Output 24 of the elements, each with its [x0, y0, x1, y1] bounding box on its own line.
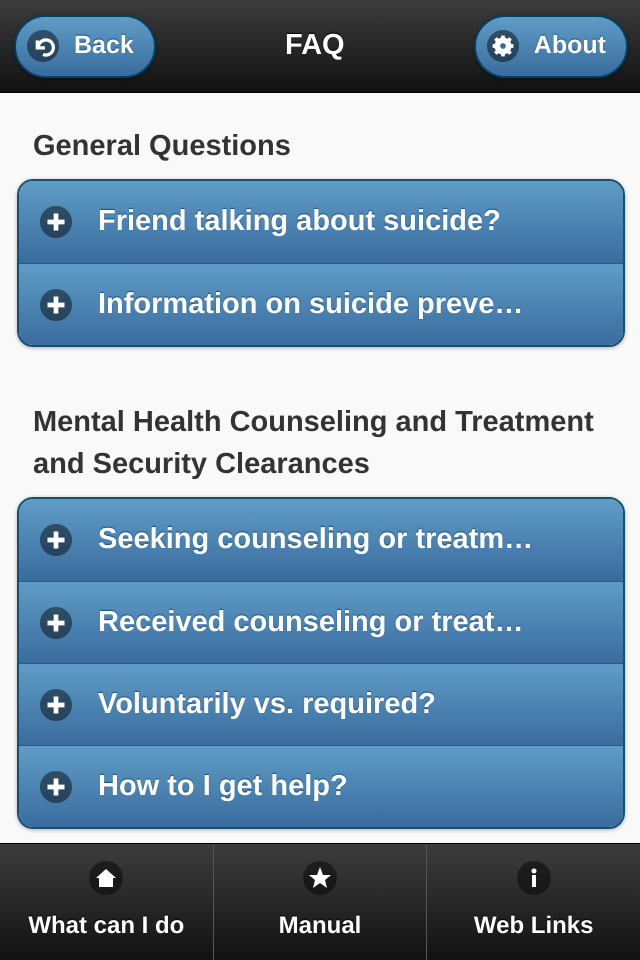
- expand-icon: [39, 523, 73, 557]
- faq-item[interactable]: Received counseling or treat…: [19, 581, 623, 663]
- back-button[interactable]: Back: [14, 14, 156, 78]
- expand-icon: [39, 606, 73, 640]
- expand-icon: [39, 205, 73, 239]
- section-heading: Mental Health Counseling and Treatment and Security Clearances: [33, 405, 595, 482]
- gear-icon: [486, 29, 520, 63]
- faq-item[interactable]: How to I get help?: [19, 745, 623, 827]
- tab-button[interactable]: Manual: [212, 844, 426, 960]
- back-icon: [26, 29, 60, 63]
- tab-button[interactable]: Web Links: [426, 844, 640, 960]
- home-icon: [88, 860, 124, 896]
- faq-item[interactable]: Information on suicide preve…: [19, 263, 623, 345]
- about-button[interactable]: About: [474, 14, 628, 78]
- page-title: FAQ: [284, 28, 345, 64]
- faq-item[interactable]: Friend talking about suicide?: [19, 181, 623, 263]
- expand-icon: [39, 288, 73, 322]
- expand-icon: [39, 770, 73, 804]
- section-heading: General Questions: [33, 129, 292, 164]
- info-icon: [516, 860, 552, 896]
- faq-item[interactable]: Voluntarily vs. required?: [19, 663, 623, 745]
- tab-button[interactable]: What can I do: [0, 844, 213, 960]
- faq-item[interactable]: Seeking counseling or treatm…: [19, 499, 623, 581]
- expand-icon: [39, 688, 73, 722]
